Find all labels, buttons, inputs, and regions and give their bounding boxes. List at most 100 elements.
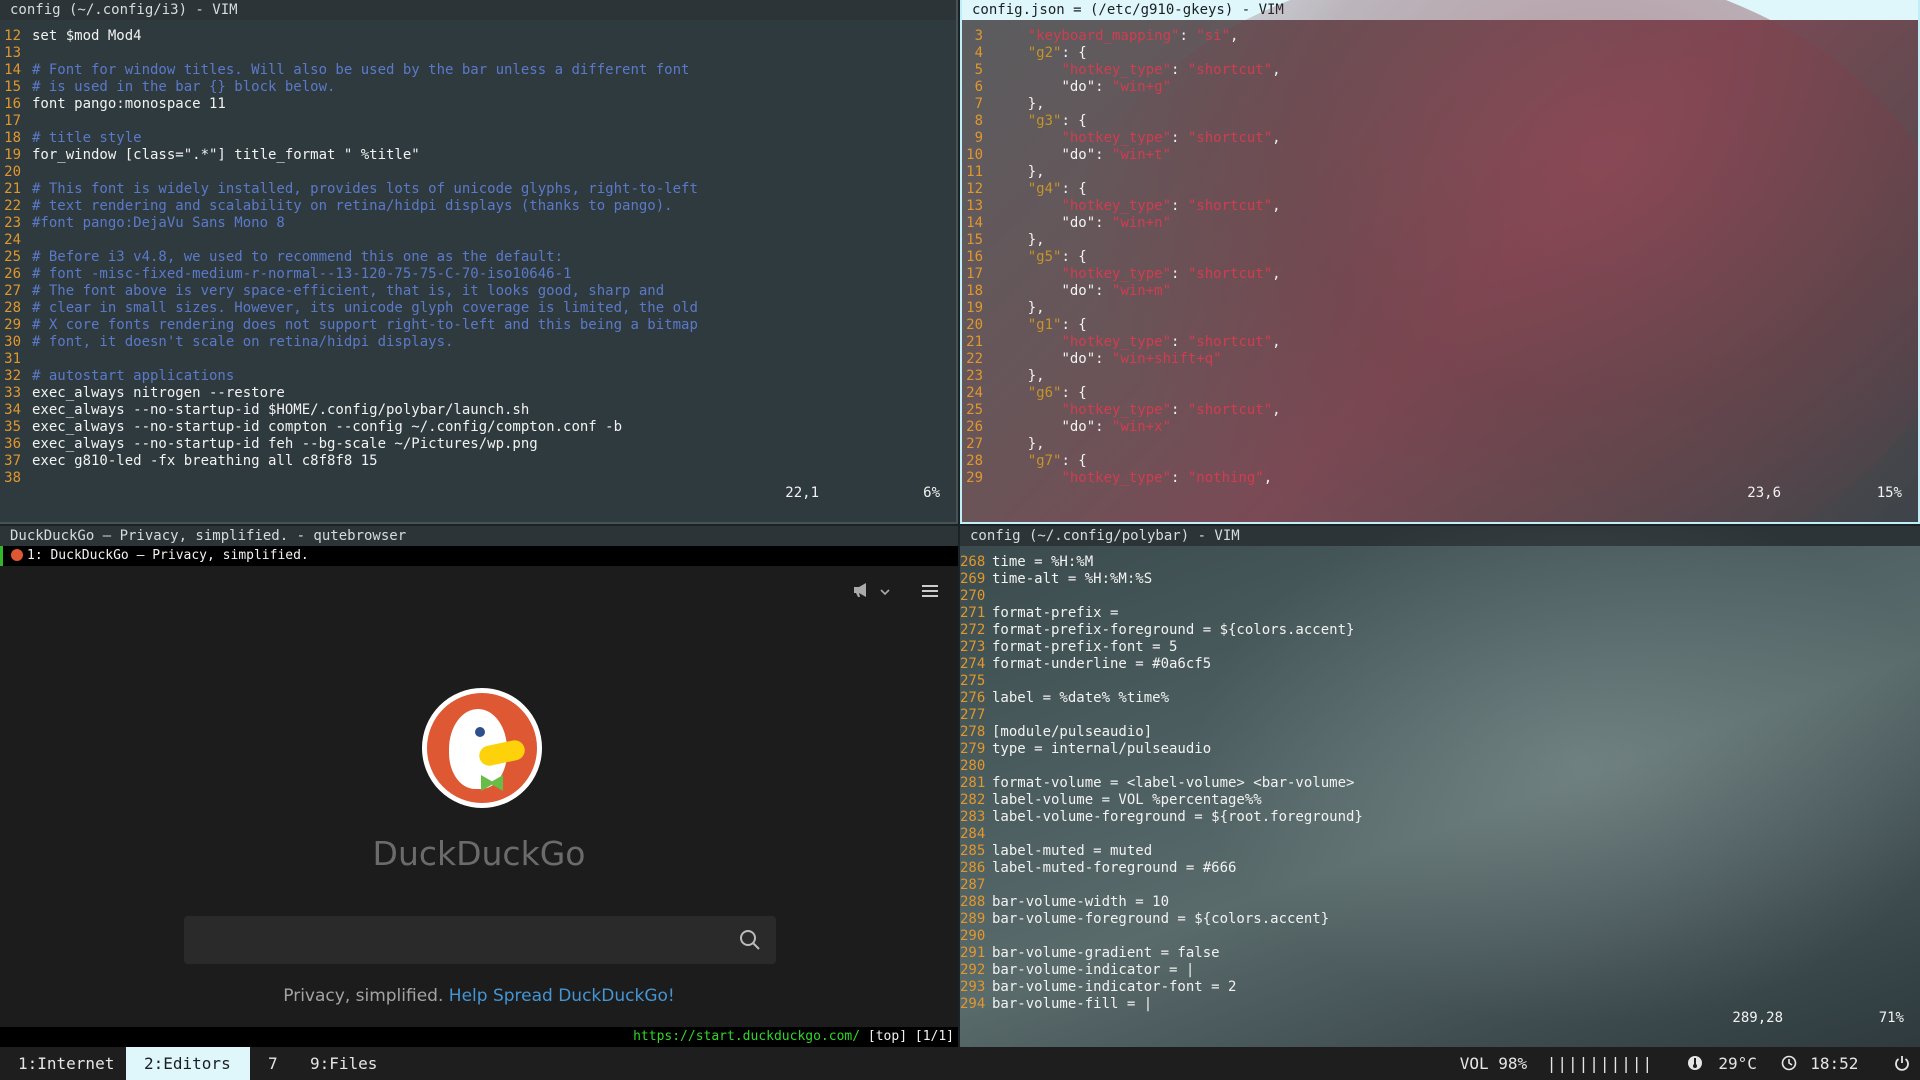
code-line[interactable]: 9 "hotkey_type": "shortcut", xyxy=(962,130,1918,147)
code-line[interactable]: 285 label-muted = muted xyxy=(960,843,1920,860)
code-line[interactable]: 268 time = %H:%M xyxy=(960,554,1920,571)
code-line[interactable]: 31 xyxy=(0,351,956,368)
code-line[interactable]: 29 # X core fonts rendering does not supp… xyxy=(0,317,956,334)
code-line[interactable]: 276 label = %date% %time% xyxy=(960,690,1920,707)
code-line[interactable]: 17 xyxy=(0,113,956,130)
code-line[interactable]: 22 # text rendering and scalability on re… xyxy=(0,198,956,215)
code-line[interactable]: 16 "g5": { xyxy=(962,249,1918,266)
search-icon[interactable] xyxy=(738,928,762,952)
code-line[interactable]: 23 #font pango:DejaVu Sans Mono 8 xyxy=(0,215,956,232)
code-line[interactable]: 289 bar-volume-foreground = ${colors.acce… xyxy=(960,911,1920,928)
power-icon[interactable] xyxy=(1894,1054,1910,1073)
code-line[interactable]: 24 "g6": { xyxy=(962,385,1918,402)
code-line[interactable]: 27 }, xyxy=(962,436,1918,453)
code-line[interactable]: 272 format-prefix-foreground = ${colors.a… xyxy=(960,622,1920,639)
code-line[interactable]: 20 "g1": { xyxy=(962,317,1918,334)
code-line[interactable]: 270 xyxy=(960,588,1920,605)
megaphone-icon[interactable] xyxy=(852,583,879,602)
workspace-button[interactable]: 7 xyxy=(250,1047,292,1080)
code-line[interactable]: 23 }, xyxy=(962,368,1918,385)
code-line[interactable]: 32 # autostart applications xyxy=(0,368,956,385)
code-line[interactable]: 22 "do": "win+shift+q" xyxy=(962,351,1918,368)
code-line[interactable]: 30 # font, it doesn't scale on retina/hid… xyxy=(0,334,956,351)
code-line[interactable]: 290 xyxy=(960,928,1920,945)
volume-bar[interactable]: |||||||||| xyxy=(1547,1054,1653,1073)
vim-editor[interactable]: 12 set $mod Mod4 13 14 # Font for window tit… xyxy=(0,20,956,522)
code-line[interactable]: 18 # title style xyxy=(0,130,956,147)
code-line[interactable]: 14 # Font for window titles. Will also be… xyxy=(0,62,956,79)
code-line[interactable]: 20 xyxy=(0,164,956,181)
i3-config-window[interactable]: config (~/.config/i3) - VIM 12 set $mod M… xyxy=(0,0,958,524)
workspace-button[interactable]: 9:Files xyxy=(292,1047,384,1080)
vim-editor[interactable]: 3 "keyboard_mapping": "si", 4 "g2": {5 "h… xyxy=(962,20,1918,522)
hamburger-menu-icon[interactable] xyxy=(922,583,938,602)
code-line[interactable]: 10 "do": "win+t" xyxy=(962,147,1918,164)
gkeys-config-window[interactable]: config.json = (/etc/g910-gkeys) - VIM 3 … xyxy=(960,0,1920,524)
code-line[interactable]: 14 "do": "win+n" xyxy=(962,215,1918,232)
code-line[interactable]: 4 "g2": { xyxy=(962,45,1918,62)
code-line[interactable]: 18 "do": "win+m" xyxy=(962,283,1918,300)
code-line[interactable]: 21 "hotkey_type": "shortcut", xyxy=(962,334,1918,351)
code-line[interactable]: 17 "hotkey_type": "shortcut", xyxy=(962,266,1918,283)
code-line[interactable]: 15 # is used in the bar {} block below. xyxy=(0,79,956,96)
code-line[interactable]: 28 "g7": { xyxy=(962,453,1918,470)
code-line[interactable]: 26 # font -misc-fixed-medium-r-normal--13… xyxy=(0,266,956,283)
code-line[interactable]: 13 xyxy=(0,45,956,62)
code-line[interactable]: 12 set $mod Mod4 xyxy=(0,28,956,45)
code-line[interactable]: 282 label-volume = VOL %percentage%% xyxy=(960,792,1920,809)
qutebrowser-window[interactable]: DuckDuckGo — Privacy, simplified. - qute… xyxy=(0,526,958,1047)
code-line[interactable]: 25 "hotkey_type": "shortcut", xyxy=(962,402,1918,419)
code-line[interactable]: 277 xyxy=(960,707,1920,724)
code-line[interactable]: 24 xyxy=(0,232,956,249)
code-line[interactable]: 28 # clear in small sizes. However, its u… xyxy=(0,300,956,317)
browser-tab[interactable]: 1: DuckDuckGo — Privacy, simplified. xyxy=(0,546,958,566)
polybar-config-window[interactable]: config (~/.config/polybar) - VIM 268 time… xyxy=(960,526,1920,1047)
code-line[interactable]: 37 exec g810-led -fx breathing all c8f8f8… xyxy=(0,453,956,470)
code-line[interactable]: 271 format-prefix = xyxy=(960,605,1920,622)
code-line[interactable]: 269 time-alt = %H:%M:%S xyxy=(960,571,1920,588)
code-line[interactable]: 293 bar-volume-indicator-font = 2 xyxy=(960,979,1920,996)
code-line[interactable]: 281 format-volume = <label-volume> <bar-v… xyxy=(960,775,1920,792)
code-line[interactable]: 34 exec_always --no-startup-id $HOME/.con… xyxy=(0,402,956,419)
code-line[interactable]: 7 }, xyxy=(962,96,1918,113)
workspace-button[interactable]: 2:Editors xyxy=(126,1047,250,1080)
code-line[interactable]: 284 xyxy=(960,826,1920,843)
code-line[interactable]: 6 "do": "win+g" xyxy=(962,79,1918,96)
code-line[interactable]: 27 # The font above is very space-efficie… xyxy=(0,283,956,300)
vim-editor[interactable]: 268 time = %H:%M 269 time-alt = %H:%M:%S 270… xyxy=(960,546,1920,1047)
code-line[interactable]: 19 }, xyxy=(962,300,1918,317)
code-line[interactable]: 291 bar-volume-gradient = false xyxy=(960,945,1920,962)
code-line[interactable]: 3 "keyboard_mapping": "si", xyxy=(962,28,1918,45)
code-line[interactable]: 292 bar-volume-indicator = | xyxy=(960,962,1920,979)
code-line[interactable]: 288 bar-volume-width = 10 xyxy=(960,894,1920,911)
code-line[interactable]: 274 format-underline = #0a6cf5 xyxy=(960,656,1920,673)
url-display[interactable]: https://start.duckduckgo.com/ xyxy=(633,1029,860,1044)
code-line[interactable]: 278 [module/pulseaudio] xyxy=(960,724,1920,741)
code-line[interactable]: 273 format-prefix-font = 5 xyxy=(960,639,1920,656)
code-line[interactable]: 5 "hotkey_type": "shortcut", xyxy=(962,62,1918,79)
code-line[interactable]: 21 # This font is widely installed, provi… xyxy=(0,181,956,198)
code-line[interactable]: 275 xyxy=(960,673,1920,690)
code-line[interactable]: 26 "do": "win+x" xyxy=(962,419,1918,436)
code-line[interactable]: 16 font pango:monospace 11 xyxy=(0,96,956,113)
code-line[interactable]: 280 xyxy=(960,758,1920,775)
help-spread-link[interactable]: Help Spread DuckDuckGo! xyxy=(449,986,675,1006)
volume-label[interactable]: VOL 98% xyxy=(1460,1054,1527,1073)
code-line[interactable]: 33 exec_always nitrogen --restore xyxy=(0,385,956,402)
workspace-button[interactable]: 1:Internet xyxy=(0,1047,126,1080)
code-line[interactable]: 25 # Before i3 v4.8, we used to recommend… xyxy=(0,249,956,266)
code-line[interactable]: 15 }, xyxy=(962,232,1918,249)
code-line[interactable]: 279 type = internal/pulseaudio xyxy=(960,741,1920,758)
code-line[interactable]: 19 for_window [class=".*"] title_format "… xyxy=(0,147,956,164)
code-line[interactable]: 36 exec_always --no-startup-id feh --bg-s… xyxy=(0,436,956,453)
chevron-down-icon[interactable] xyxy=(879,583,896,602)
code-line[interactable]: 286 label-muted-foreground = #666 xyxy=(960,860,1920,877)
code-line[interactable]: 8 "g3": { xyxy=(962,113,1918,130)
code-line[interactable]: 13 "hotkey_type": "shortcut", xyxy=(962,198,1918,215)
code-line[interactable]: 283 label-volume-foreground = ${root.fore… xyxy=(960,809,1920,826)
code-line[interactable]: 35 exec_always --no-startup-id compton --… xyxy=(0,419,956,436)
search-input[interactable] xyxy=(184,916,776,964)
code-line[interactable]: 12 "g4": { xyxy=(962,181,1918,198)
code-line[interactable]: 287 xyxy=(960,877,1920,894)
code-line[interactable]: 11 }, xyxy=(962,164,1918,181)
